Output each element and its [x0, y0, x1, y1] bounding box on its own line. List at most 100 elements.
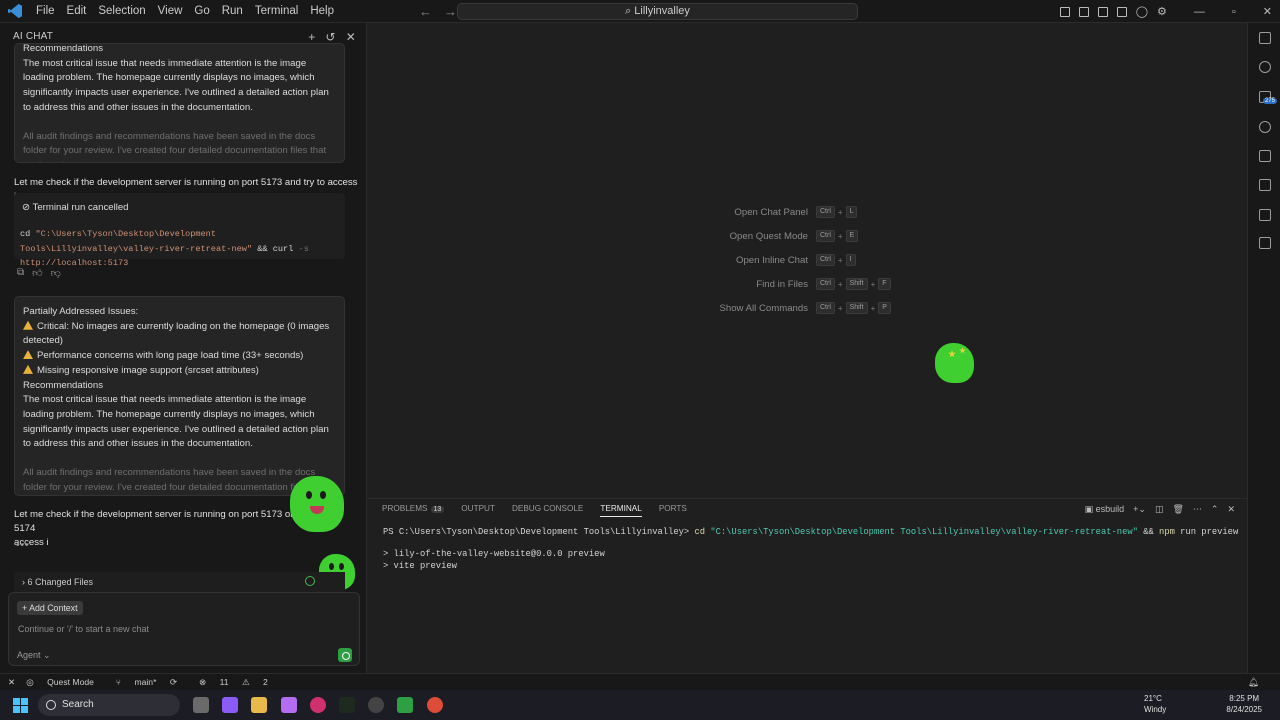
chat-title: AI CHAT [13, 31, 54, 42]
back-arrow-icon[interactable]: ← [419, 4, 432, 19]
search-view-icon[interactable] [1259, 61, 1271, 73]
explorer-icon[interactable] [1259, 32, 1271, 44]
testing-icon[interactable] [1259, 179, 1271, 191]
shortcut-key: P [878, 302, 891, 314]
cmd-rest: && curl [257, 243, 294, 254]
menu-file[interactable]: File [30, 0, 61, 23]
store-app-icon[interactable] [281, 697, 297, 713]
thumbs-up-icon[interactable]: 👍︎ [32, 267, 42, 279]
taskbar-search[interactable]: Search [38, 694, 180, 716]
terminal-command-line[interactable]: PS C:\Users\Tyson\Desktop\Development To… [383, 527, 1238, 537]
error-count: 11 [219, 676, 229, 687]
windows-start-icon[interactable] [13, 698, 28, 713]
more-icon[interactable]: ⋯ [1193, 504, 1202, 515]
shortcut-key: Ctrl [816, 230, 835, 242]
send-button[interactable] [338, 648, 352, 662]
run-debug-icon[interactable] [1259, 121, 1271, 133]
file-explorer-icon[interactable] [251, 697, 267, 713]
cmd-path: "C:\Users\Tyson\Desktop\Development Tool… [710, 527, 1138, 537]
typing-indicator-icon: ••• [16, 540, 30, 551]
forward-arrow-icon[interactable]: → [444, 4, 457, 19]
copilot-icon[interactable] [222, 697, 238, 713]
add-context-button[interactable]: + Add Context [17, 601, 83, 615]
shortcut-open-chat[interactable]: Open Chat Panel Ctrl + L [467, 206, 967, 218]
extensions-grid-icon[interactable] [1259, 237, 1271, 249]
menu-edit[interactable]: Edit [61, 0, 93, 23]
problems-item[interactable]: ⊗ 11 ⚠ 2 [199, 677, 279, 688]
warning-icon [23, 364, 33, 374]
menu-view[interactable]: View [152, 0, 189, 23]
tab-output[interactable]: OUTPUT [461, 504, 495, 517]
history-icon[interactable]: ↺ [325, 30, 335, 44]
settings-icon[interactable]: ⚙ [1157, 5, 1167, 18]
toggle-sidebar-icon[interactable] [1078, 6, 1089, 17]
menu-terminal[interactable]: Terminal [249, 0, 304, 23]
menu-go[interactable]: Go [188, 0, 215, 23]
thumbs-down-icon[interactable]: 👎︎ [51, 267, 61, 279]
new-chat-icon[interactable]: + [308, 30, 315, 44]
agent-selector[interactable]: Agent ⌄ [17, 650, 51, 661]
mascot-eye [320, 491, 326, 499]
layout-icon[interactable] [1059, 6, 1070, 17]
close-panel-icon[interactable]: ✕ [1227, 504, 1235, 515]
remote-icon[interactable] [1259, 209, 1271, 221]
toggle-secondary-sidebar-icon[interactable] [1116, 6, 1127, 17]
command-search[interactable]: ⌕ Lillyinvalley [457, 3, 858, 20]
shortcut-inline-chat[interactable]: Open Inline Chat Ctrl + I [467, 254, 967, 266]
msg2-line2: access i [14, 537, 49, 548]
shortcut-label: Find in Files [756, 278, 808, 290]
close-chat-icon[interactable]: ✕ [346, 30, 356, 44]
account-icon[interactable]: ◯ [1136, 5, 1148, 18]
shortcut-find-in-files[interactable]: Find in Files Ctrl + Shift + F [467, 278, 967, 290]
remote-indicator-icon[interactable]: ✕ [8, 677, 15, 688]
tab-debug-console[interactable]: DEBUG CONSOLE [512, 504, 583, 517]
warning-count: 2 [263, 676, 268, 687]
shortcut-show-commands[interactable]: Show All Commands Ctrl + Shift + P [467, 302, 967, 314]
minimize-icon[interactable]: — [1194, 6, 1205, 18]
quest-mode-item[interactable]: ◎ Quest Mode [26, 677, 105, 688]
tab-ports[interactable]: PORTS [659, 504, 687, 517]
close-window-icon[interactable]: ✕ [1263, 5, 1272, 18]
github-icon[interactable] [368, 697, 384, 713]
chrome-icon[interactable] [427, 697, 443, 713]
system-clock[interactable]: 8:25 PM 8/24/2025 [1226, 693, 1262, 715]
trash-icon[interactable]: 🗑︎ [1172, 504, 1183, 515]
new-terminal-icon[interactable]: +⌄ [1133, 504, 1146, 515]
editor-app-icon[interactable] [339, 697, 355, 713]
tab-problems[interactable]: PROBLEMS 13 [382, 504, 445, 517]
app-logo-icon [8, 4, 22, 18]
branch-item[interactable]: ⑂ main* ⟳ [116, 677, 188, 688]
toggle-panel-icon[interactable] [1097, 6, 1108, 17]
menu-selection[interactable]: Selection [92, 0, 151, 23]
tab-terminal[interactable]: TERMINAL [600, 504, 642, 517]
opera-icon[interactable] [310, 697, 326, 713]
chat-input[interactable]: Continue or '/' to start a new chat [18, 624, 149, 634]
maximize-panel-icon[interactable]: ⌃ [1211, 504, 1219, 515]
mascot-blob-center [935, 343, 974, 383]
copy-icon[interactable]: ⧉ [17, 267, 24, 279]
shortcut-label: Open Chat Panel [734, 206, 808, 218]
issue-text: Missing responsive image support (srcset… [37, 364, 259, 376]
terminal-app-icon[interactable] [397, 697, 413, 713]
menu-run[interactable]: Run [216, 0, 249, 23]
maximize-icon[interactable]: ▫ [1232, 6, 1236, 18]
terminal-prompt: PS C:\Users\Tyson\Desktop\Development To… [383, 527, 690, 537]
shortcut-quest-mode[interactable]: Open Quest Mode Ctrl + E [467, 230, 967, 242]
shortcut-key: I [845, 254, 856, 266]
split-terminal-icon[interactable]: ◫ [1155, 504, 1164, 515]
terminal-shell-selector[interactable]: ▣ esbuild [1085, 504, 1125, 515]
shortcut-label: Open Quest Mode [729, 230, 808, 242]
quest-mode-label: Quest Mode [47, 676, 94, 687]
cmd-operator: && [1143, 527, 1154, 537]
changed-files-row[interactable]: › 6 Changed Files [14, 572, 345, 592]
chat-input-box: + Add Context Continue or '/' to start a… [8, 592, 360, 666]
task-view-icon[interactable] [193, 697, 209, 713]
extensions-icon[interactable] [1259, 150, 1271, 162]
mascot-blob-large [290, 476, 344, 532]
menu-help[interactable]: Help [304, 0, 340, 23]
star-icon [948, 350, 956, 358]
notifications-icon[interactable]: 🔔︎ [1248, 677, 1259, 688]
weather-temp: 21°C [1144, 694, 1162, 703]
windows-taskbar: Search 21°C Windy 8:25 PM 8/24/2025 [0, 690, 1280, 720]
weather-widget[interactable]: 21°C Windy [1144, 693, 1166, 715]
